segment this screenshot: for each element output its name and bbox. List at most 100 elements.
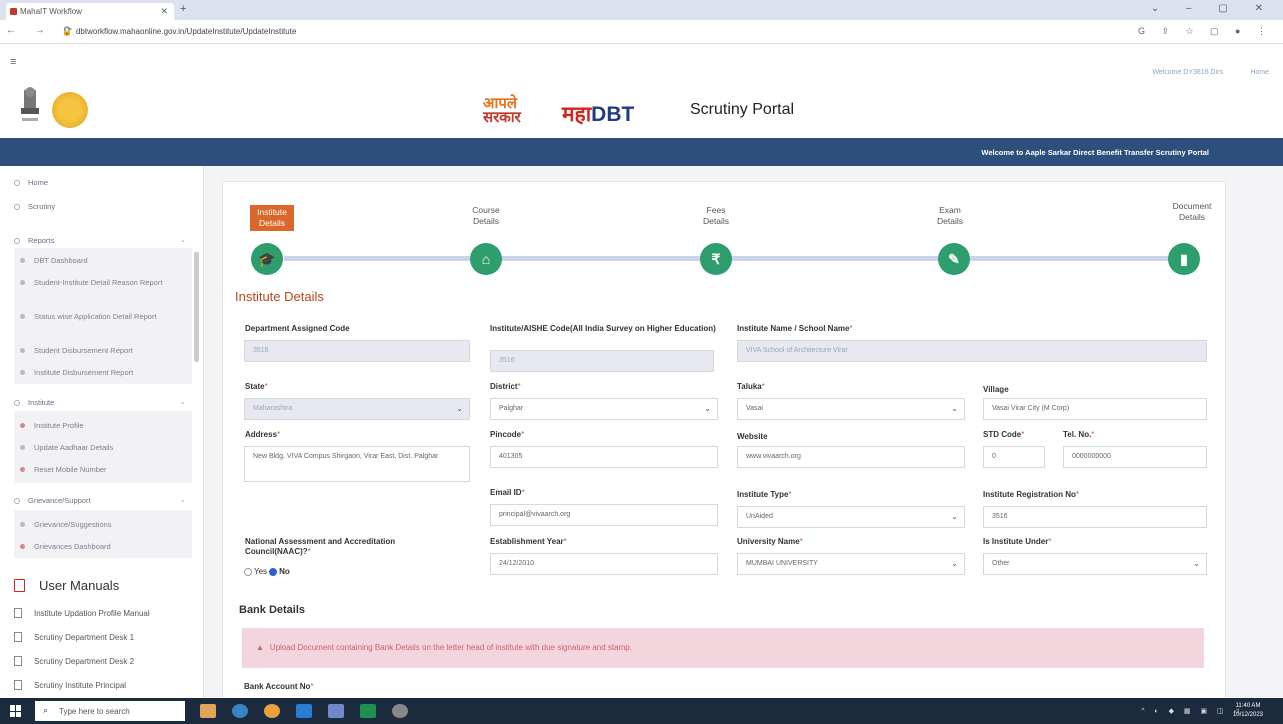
graduation-cap-icon[interactable]: 🎓	[251, 243, 283, 275]
sidebar-item-update-aadhaar[interactable]: Update Aadhaar Details	[20, 443, 184, 453]
mail-icon[interactable]	[328, 704, 344, 718]
home-link[interactable]: Home	[1250, 69, 1269, 76]
sidebar-item-dbt-dashboard[interactable]: DBT Dashboard	[20, 256, 184, 266]
taskbar-apps	[200, 704, 424, 718]
sidebar-item-student-institute-report[interactable]: Student-Institute Detail Reason Report	[20, 278, 184, 288]
naac-yes-radio[interactable]	[244, 567, 252, 576]
chevron-down-icon: ⌄	[1193, 559, 1200, 568]
step-course-label[interactable]: Course Details	[464, 205, 508, 227]
home-icon	[14, 179, 20, 186]
dept-code-field[interactable]: 3516	[244, 340, 470, 362]
institute-icon	[14, 399, 20, 406]
search-icon: ⌕	[43, 705, 49, 715]
aaple-sarkar-logo: आपले सरकार	[483, 95, 521, 126]
edge-icon[interactable]	[232, 704, 248, 718]
document-icon	[14, 608, 22, 618]
manual-institute-principal[interactable]: Scrutiny Institute Principal	[14, 680, 126, 690]
sidebar-item-home[interactable]: Home	[14, 178, 48, 187]
reports-icon	[14, 237, 20, 244]
taskbar-search[interactable]: ⌕ Type here to search	[35, 701, 185, 721]
word-icon[interactable]	[296, 704, 312, 718]
tel-field[interactable]: 0000000000	[1063, 446, 1207, 468]
chevron-down-icon[interactable]: ⌄	[180, 496, 186, 504]
sidebar-item-institute-profile[interactable]: Institute Profile	[20, 421, 184, 431]
est-year-label: Establishment Year*	[490, 537, 567, 546]
sidebar-item-student-disbursement[interactable]: Student Disbursement Report	[20, 346, 184, 356]
address-label: Address*	[245, 430, 281, 439]
sidebar: Home Scrutiny Reports ⌄ DBT Dashboard St…	[0, 166, 204, 698]
browser-tab[interactable]: MahaIT Workflow ✕	[6, 3, 174, 20]
manual-institute-updation[interactable]: Institute Updation Profile Manual	[14, 608, 150, 618]
sidebar-item-grievance[interactable]: Grievance/Support	[14, 496, 91, 505]
section-title: Institute Details	[235, 289, 324, 304]
chrome-icon[interactable]	[264, 704, 280, 718]
step-institute-label[interactable]: Institute Details	[250, 205, 294, 231]
sidebar-item-grievance-suggestions[interactable]: Grievance/Suggestions	[20, 520, 184, 530]
toolbar-icons[interactable]: G ⇪ ☆ ▢ ● ⋮	[1138, 26, 1273, 37]
mahadbt-logo: महाDBT	[562, 103, 635, 126]
university-select[interactable]: MUMBAI UNIVERSITY ⌄	[737, 553, 965, 575]
app-icon[interactable]	[392, 704, 408, 718]
email-field[interactable]: principal@vivaarch.org	[490, 504, 718, 526]
chevron-down-icon: ⌄	[951, 559, 958, 568]
tab-title: MahaIT Workflow	[20, 7, 82, 16]
step-document-label[interactable]: Document Details	[1162, 201, 1222, 223]
file-explorer-icon[interactable]	[200, 704, 216, 718]
bank-alert: ▲ Upload Document containing Bank Details…	[242, 628, 1204, 668]
inst-under-select[interactable]: Other ⌄	[983, 553, 1207, 575]
sidebar-item-institute[interactable]: Institute	[14, 398, 54, 407]
hamburger-menu-icon[interactable]: ≡	[10, 56, 16, 68]
sidebar-item-reset-mobile[interactable]: Reset Mobile Number	[20, 465, 184, 475]
village-field[interactable]: Vasai Virar City (M Corp)	[983, 398, 1207, 420]
rupee-icon[interactable]: ₹	[700, 243, 732, 275]
edit-icon[interactable]: ✎	[938, 243, 970, 275]
chevron-down-icon: ⌄	[951, 404, 958, 413]
reg-no-field[interactable]: 3516	[983, 506, 1207, 528]
windows-start-icon[interactable]	[10, 705, 22, 717]
aishe-label: Institute/AISHE Code(All India Survey on…	[490, 324, 716, 333]
browser-tabbar: MahaIT Workflow ✕ + ⌄ – ▢ ✕	[0, 0, 1283, 20]
est-year-field[interactable]: 24/12/2010	[490, 553, 718, 575]
url-field[interactable]: 🔒 dbtworkflow.mahaonline.gov.in/UpdateIns…	[62, 24, 1142, 40]
favicon-icon	[10, 8, 17, 15]
sidebar-item-institute-disbursement[interactable]: Institute Disbursement Report	[20, 368, 184, 378]
pincode-field[interactable]: 401305	[490, 446, 718, 468]
dept-code-label: Department Assigned Code	[245, 324, 350, 333]
sidebar-item-status-report[interactable]: Status wise Application Detail Report	[20, 312, 184, 322]
taluka-select[interactable]: Vasai ⌄	[737, 398, 965, 420]
window-controls[interactable]: ⌄ – ▢ ✕	[1151, 3, 1275, 14]
sidebar-scrollbar[interactable]	[194, 252, 199, 362]
website-field[interactable]: www.vivaarch.org	[737, 446, 965, 468]
new-tab-icon[interactable]: +	[180, 3, 186, 15]
sidebar-item-scrutiny[interactable]: Scrutiny	[14, 202, 55, 211]
manual-desk-1[interactable]: Scrutiny Department Desk 1	[14, 632, 134, 642]
district-select[interactable]: Palghar ⌄	[490, 398, 718, 420]
close-tab-icon[interactable]: ✕	[160, 6, 168, 17]
welcome-user[interactable]: Welcome DY3816 Dirs	[1152, 69, 1223, 76]
step-fees-label[interactable]: Fees Details	[694, 205, 738, 227]
naac-no-radio[interactable]	[269, 567, 278, 576]
chevron-down-icon: ⌄	[704, 404, 711, 413]
chevron-down-icon: ⌄	[456, 404, 463, 413]
taskbar-clock[interactable]: 11:40 AM 10/12/2023	[1233, 702, 1263, 720]
bank-building-icon[interactable]: ⌂	[470, 243, 502, 275]
std-code-label: STD Code*	[983, 430, 1025, 439]
system-tray-icons[interactable]: ^ ◐ ◆ ▦ ▣ ◫ ◁	[1141, 707, 1243, 715]
state-select[interactable]: Maharashtra ⌄	[244, 398, 470, 420]
std-code-field[interactable]: 0	[983, 446, 1045, 468]
chevron-down-icon[interactable]: ⌄	[180, 236, 186, 244]
document-icon[interactable]: ▮	[1168, 243, 1200, 275]
inst-type-select[interactable]: UnAided ⌄	[737, 506, 965, 528]
chevron-down-icon[interactable]: ⌄	[180, 398, 186, 406]
manual-desk-2[interactable]: Scrutiny Department Desk 2	[14, 656, 134, 666]
banner-text: Welcome to Aaple Sarkar Direct Benefit T…	[981, 148, 1209, 157]
step-exam-label[interactable]: Exam Details	[928, 205, 972, 227]
sidebar-item-grievances-dashboard[interactable]: Grievances Dashboard	[20, 542, 184, 552]
reports-submenu: DBT Dashboard Student-Institute Detail R…	[14, 248, 192, 384]
excel-icon[interactable]	[360, 704, 376, 718]
inst-under-label: Is Institute Under*	[983, 537, 1052, 546]
sidebar-item-reports[interactable]: Reports	[14, 236, 54, 245]
inst-name-field[interactable]: VIVA School of Architecture Virar	[737, 340, 1207, 362]
address-textarea[interactable]: New Bldg, VIVA Compus Shirgaon, Virar Ea…	[244, 446, 470, 482]
aishe-field[interactable]: 3516	[490, 350, 714, 372]
